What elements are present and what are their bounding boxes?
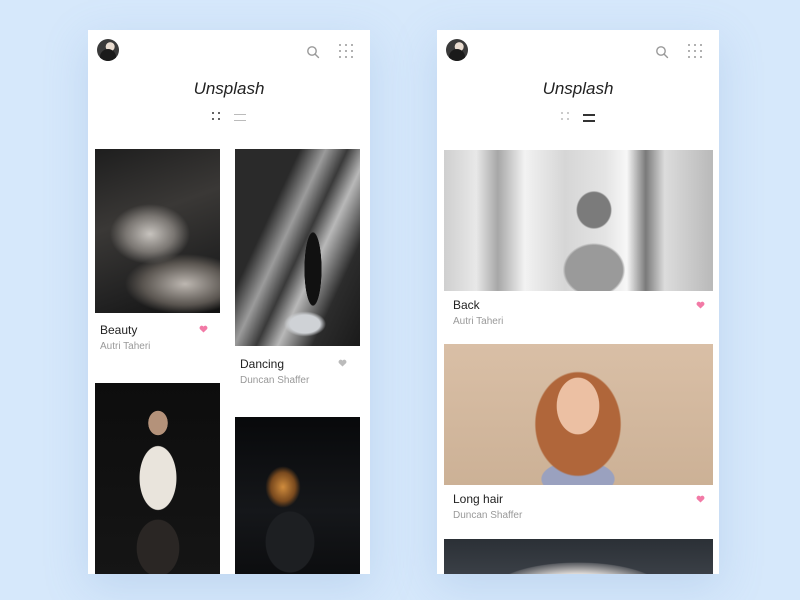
photo-author: Autri Taheri — [453, 316, 504, 327]
search-icon[interactable] — [655, 45, 669, 59]
photo-card[interactable]: Back Autri Taheri — [444, 150, 713, 330]
list-view-button[interactable] — [234, 114, 246, 122]
avatar[interactable] — [446, 39, 468, 61]
photo-card[interactable] — [444, 539, 713, 574]
list-view-button[interactable] — [583, 114, 595, 122]
photo-card[interactable]: Long hair Duncan Shaffer — [444, 344, 713, 524]
photo-image[interactable] — [95, 383, 220, 574]
photo-image[interactable] — [95, 149, 220, 313]
grid-dots-icon[interactable] — [338, 43, 354, 59]
heart-icon[interactable] — [696, 301, 705, 309]
phone-grid-view: Unsplash Beauty Autri Taheri Dancing Dun… — [88, 30, 370, 574]
photo-card[interactable]: Dancing Duncan Shaffer — [235, 149, 360, 389]
photo-image[interactable] — [444, 150, 713, 291]
heart-icon[interactable] — [696, 495, 705, 503]
photo-author: Duncan Shaffer — [453, 510, 523, 521]
photo-title: Back — [453, 298, 480, 312]
photo-image[interactable] — [235, 149, 360, 346]
phone-list-view: Unsplash Back Autri Taheri Long hair Dun… — [437, 30, 719, 574]
photo-author: Autri Taheri — [100, 341, 151, 352]
photo-image[interactable] — [444, 539, 713, 574]
heart-icon[interactable] — [199, 325, 208, 333]
photo-card[interactable] — [235, 417, 360, 574]
grid-view-button[interactable] — [561, 112, 571, 122]
photo-card[interactable] — [95, 383, 220, 574]
app-title: Unsplash — [542, 79, 614, 98]
search-icon[interactable] — [306, 45, 320, 59]
grid-view-button[interactable] — [212, 112, 222, 122]
photo-title: Long hair — [453, 492, 504, 506]
grid-dots-icon[interactable] — [687, 43, 703, 59]
photo-image[interactable] — [444, 344, 713, 485]
photo-author: Duncan Shaffer — [240, 375, 310, 386]
view-toggle — [561, 112, 597, 122]
photo-image[interactable] — [235, 417, 360, 574]
app-title: Unsplash — [193, 79, 265, 98]
heart-icon[interactable] — [338, 359, 347, 367]
view-toggle — [212, 112, 248, 122]
avatar[interactable] — [97, 39, 119, 61]
photo-card[interactable]: Beauty Autri Taheri — [95, 149, 220, 359]
